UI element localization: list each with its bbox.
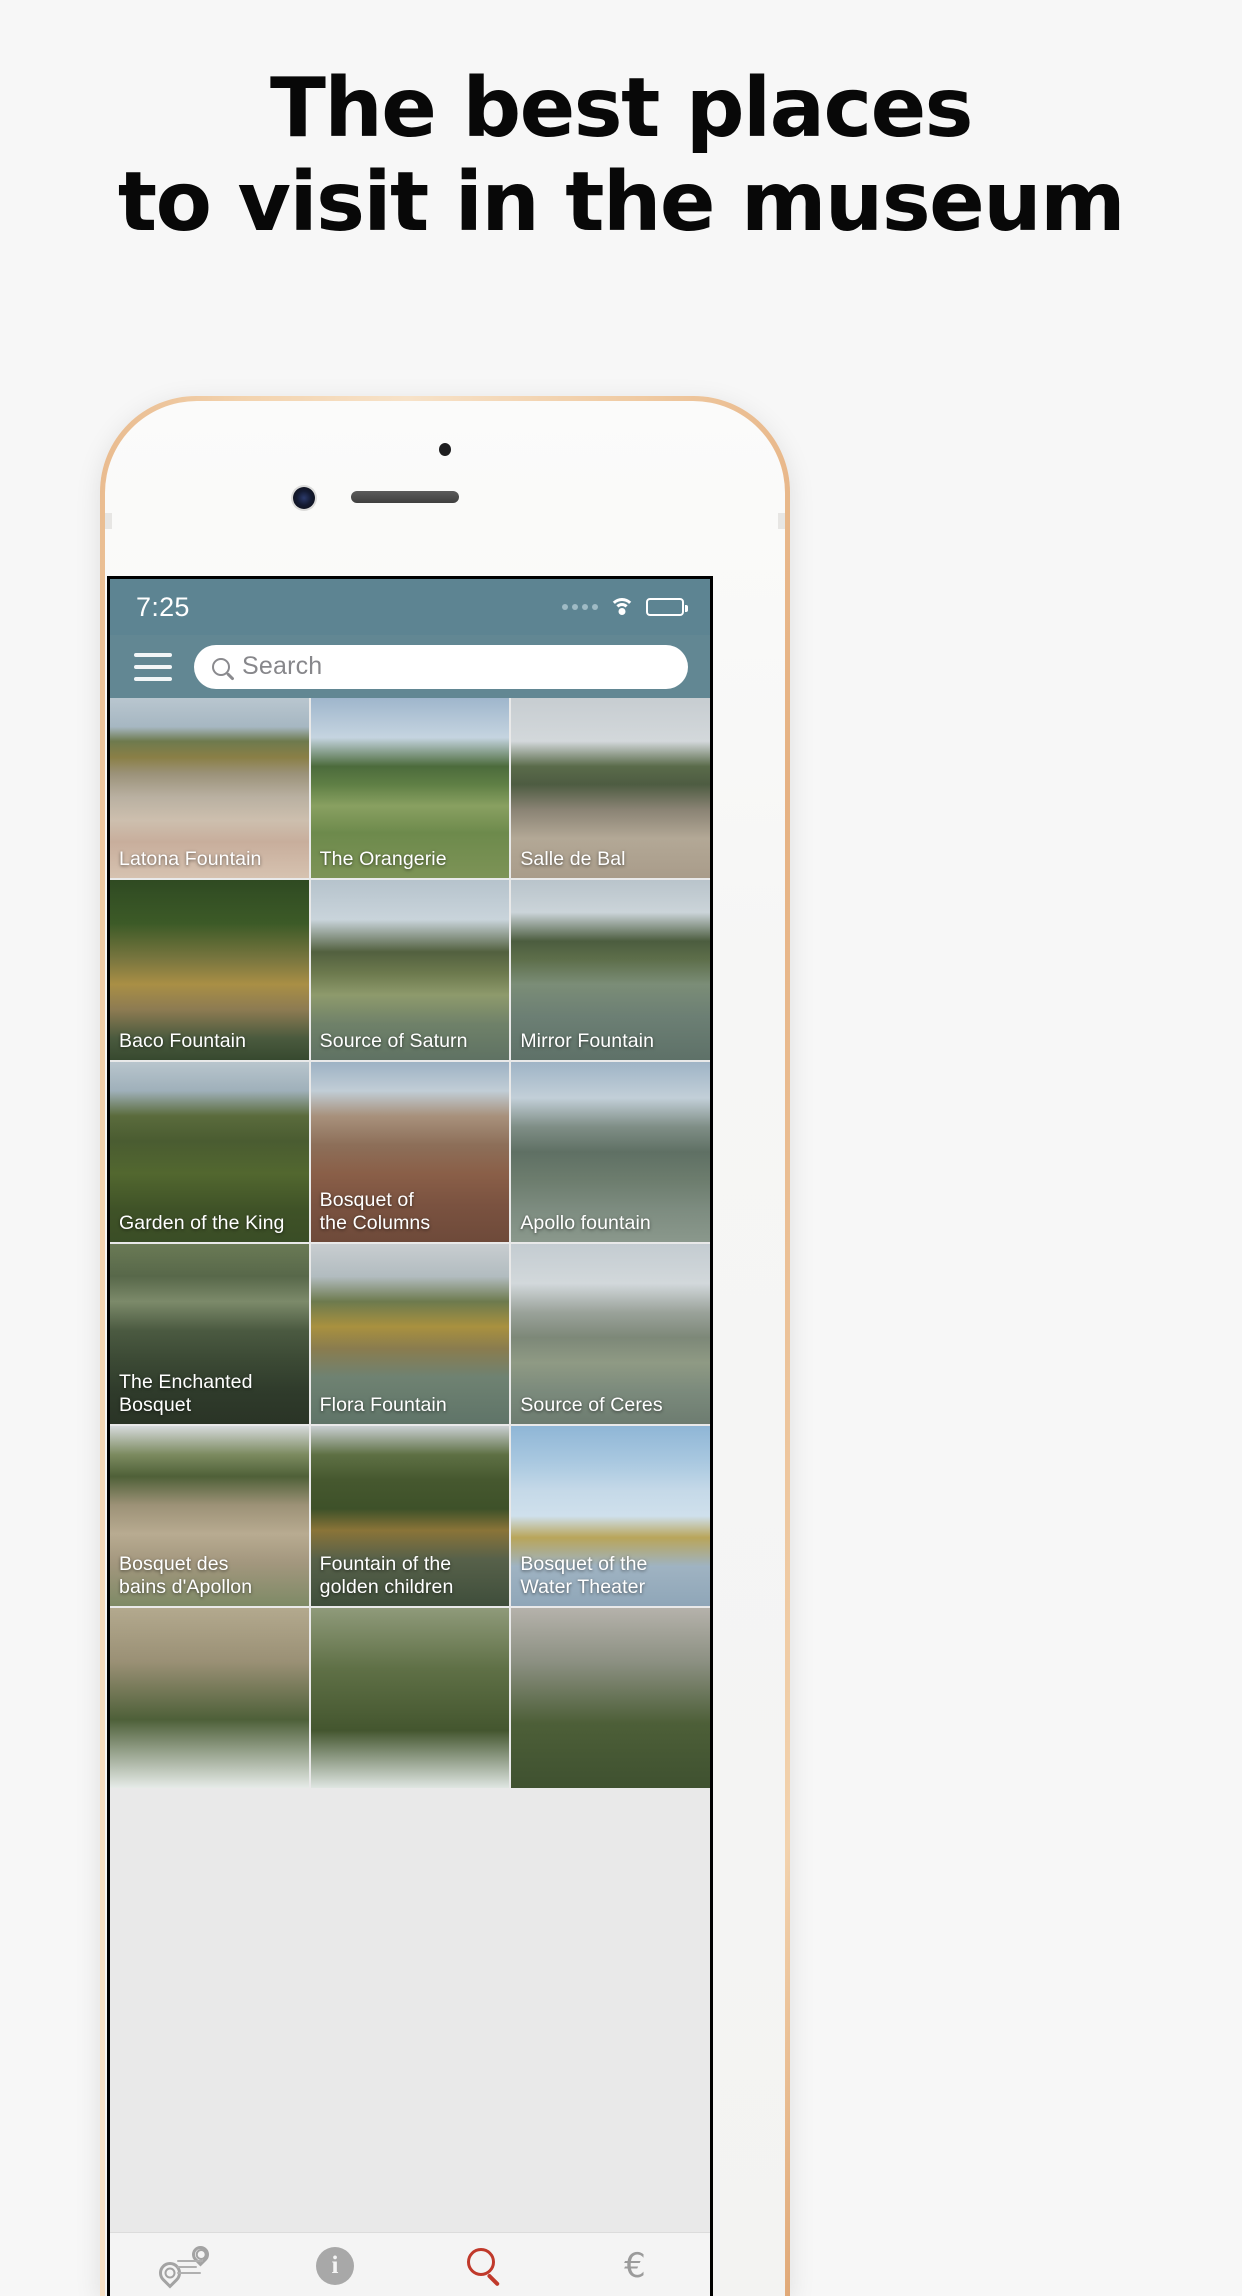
search-icon [212, 657, 230, 676]
place-tile-label: The Orangerie [319, 848, 447, 870]
front-camera-icon [293, 487, 315, 509]
hamburger-menu-icon[interactable] [134, 652, 172, 681]
place-tile[interactable]: Garden of the King [110, 1062, 309, 1242]
place-tile-label: Garden of the King [119, 1212, 285, 1234]
place-tile[interactable] [511, 1608, 710, 1788]
place-tile-label: Bosquet of the Water Theater [520, 1553, 648, 1598]
place-tile-label: Baco Fountain [119, 1030, 247, 1052]
place-photo [511, 1608, 710, 1788]
status-indicators [562, 597, 688, 617]
place-tile[interactable]: Bosquet of the Water Theater [511, 1426, 710, 1606]
status-time: 7:25 [136, 591, 190, 622]
search-placeholder: Search [242, 652, 323, 680]
place-tile-label: Latona Fountain [119, 848, 262, 870]
place-tile[interactable] [310, 1608, 510, 1788]
route-map-icon [154, 2241, 213, 2289]
phone-front-panel: 7:25 Search Latona Fountain The Orangeri… [105, 401, 785, 2296]
place-tile[interactable]: Fountain of the golden children [310, 1426, 510, 1606]
place-photo [310, 1608, 510, 1788]
place-tile[interactable]: Source of Ceres [511, 1244, 710, 1424]
place-tile[interactable]: Salle de Bal [511, 698, 710, 878]
place-tile-label: Bosquet des bains d'Apollon [119, 1553, 253, 1598]
page-title-line-2: to visit in the museum [117, 155, 1126, 250]
places-grid[interactable]: Latona Fountain The Orangerie Salle de Bal… [110, 698, 710, 2232]
signal-strength-icon [562, 604, 598, 610]
phone-mockup: 7:25 Search Latona Fountain The Orangeri… [100, 396, 790, 2296]
place-tile[interactable]: Flora Fountain [310, 1244, 510, 1424]
place-tile-label: Apollo fountain [520, 1212, 651, 1234]
place-tile-label: Mirror Fountain [520, 1030, 655, 1052]
place-tile-label: The Enchanted Bosquet [119, 1371, 253, 1416]
place-tile[interactable]: The Orangerie [310, 698, 510, 878]
place-tile-label: Fountain of the golden children [319, 1553, 454, 1598]
search-icon [465, 2246, 505, 2287]
antenna-band-right [778, 513, 785, 529]
tab-info[interactable]: i [260, 2246, 410, 2285]
place-tile[interactable]: The Enchanted Bosquet [110, 1244, 309, 1424]
place-tile[interactable]: Apollo fountain [511, 1062, 710, 1242]
antenna-band-left [105, 513, 112, 529]
tab-search[interactable] [410, 2246, 560, 2287]
place-tile-label: Salle de Bal [520, 848, 626, 870]
place-tile[interactable]: Latona Fountain [110, 698, 309, 878]
status-bar: 7:25 [110, 579, 710, 635]
place-photo [110, 1608, 309, 1788]
euro-icon: € [624, 2245, 646, 2286]
battery-icon [646, 598, 688, 616]
earpiece-speaker-icon [351, 491, 459, 503]
place-tile[interactable]: Mirror Fountain [511, 880, 710, 1060]
search-input[interactable]: Search [194, 644, 688, 689]
place-tile[interactable]: Baco Fountain [110, 880, 309, 1060]
page-title-line-1: The best places [269, 61, 974, 156]
phone-screen: 7:25 Search Latona Fountain The Orangeri… [107, 576, 713, 2296]
app-navigation-bar: Search [110, 635, 710, 698]
place-tile[interactable] [110, 1608, 309, 1788]
place-tile-label: Flora Fountain [319, 1394, 447, 1416]
place-tile[interactable]: Bosquet of the Columns [310, 1062, 510, 1242]
app-viewport: 7:25 Search Latona Fountain The Orangeri… [110, 579, 710, 2296]
place-tile-label: Bosquet of the Columns [319, 1189, 431, 1234]
place-tile-label: Source of Ceres [520, 1394, 663, 1416]
place-tile[interactable]: Bosquet des bains d'Apollon [110, 1426, 309, 1606]
proximity-sensor-icon [439, 443, 451, 456]
tab-prices[interactable]: € [560, 2246, 710, 2286]
info-icon: i [316, 2246, 354, 2285]
tab-routes[interactable] [110, 2241, 260, 2289]
bottom-tab-bar: i € [110, 2232, 710, 2296]
place-tile-label: Source of Saturn [319, 1030, 468, 1052]
page-title: The best places to visit in the museum [0, 62, 1242, 250]
place-tile[interactable]: Source of Saturn [310, 880, 510, 1060]
wifi-icon [609, 597, 635, 617]
